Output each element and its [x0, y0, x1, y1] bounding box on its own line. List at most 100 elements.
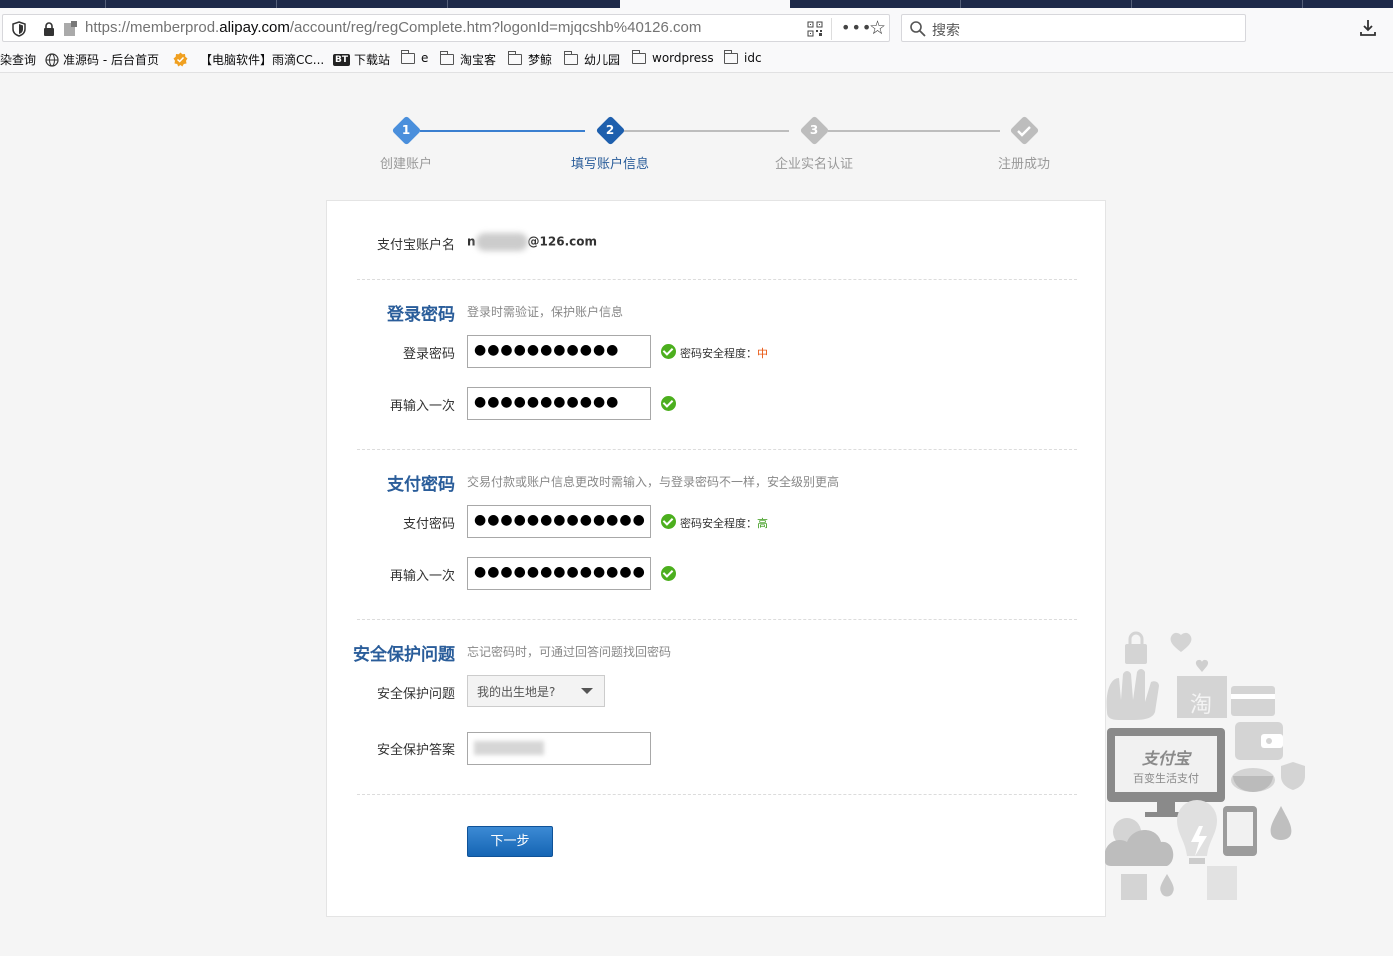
security-question-label: 安全保护问题: [376, 687, 455, 702]
step-3-label: 企业实名认证: [774, 157, 854, 172]
bookmark-item[interactable]: 准源码 - 后台首页: [45, 51, 159, 68]
folder-icon: [401, 49, 415, 64]
bookmark-label: 幼儿园: [584, 53, 621, 67]
section-divider: [357, 449, 1077, 450]
page-permissions-icon[interactable]: [62, 21, 78, 37]
login-password-confirm-input[interactable]: ●●●●●●●●●●●: [467, 387, 651, 420]
pay-password-input[interactable]: ●●●●●●●●●●●●●: [467, 505, 651, 538]
alipay-decoration-icon: 淘 支付宝 百变生活支付: [1105, 631, 1305, 900]
security-answer-input[interactable]: [467, 732, 651, 765]
svg-text:百变生活支付: 百变生活支付: [1133, 771, 1199, 785]
registration-steps: 1 创建账户 2 填写账户信息 3 企业实名认证 注册成功: [0, 110, 1393, 180]
bookmark-item[interactable]: 梦鲸: [508, 51, 552, 68]
step-3-number: 3: [809, 123, 819, 137]
search-bar[interactable]: 搜索: [901, 14, 1246, 42]
section-divider: [357, 794, 1077, 795]
account-name-value: n @126.com: [467, 233, 597, 251]
security-answer-label: 安全保护答案: [376, 743, 455, 758]
login-password-title: 登录密码: [387, 305, 455, 325]
nav-bar: https://memberprod.alipay.com/account/re…: [0, 8, 1393, 46]
next-step-button[interactable]: 下一步: [467, 826, 553, 857]
pay-password-label: 支付密码: [402, 517, 455, 532]
bookmark-label: 【电脑软件】雨滴CC...: [200, 53, 325, 67]
login-password-confirm-label: 再输入一次: [389, 399, 455, 414]
pay-password-hint: 交易付款或账户信息更改时需输入，与登录密码不一样，安全级别更高: [467, 475, 840, 489]
tracking-shield-icon[interactable]: [12, 21, 26, 37]
login-password-hint: 登录时需验证，保护账户信息: [467, 305, 624, 319]
pay-password-confirm-input[interactable]: ●●●●●●●●●●●●●: [467, 557, 651, 590]
bookmark-label: 染查询: [0, 53, 37, 67]
security-question-selected: 我的出生地是?: [477, 685, 556, 699]
valid-check-icon: [661, 566, 676, 581]
redacted-answer: [474, 741, 544, 755]
folder-icon: [724, 49, 738, 64]
step-connector: [624, 130, 789, 132]
bookmark-item[interactable]: BT 下载站: [333, 51, 390, 68]
folder-icon: [508, 51, 522, 65]
bookmark-item[interactable]: 染查询: [0, 51, 36, 68]
url-text[interactable]: https://memberprod.alipay.com/account/re…: [85, 19, 701, 36]
bookmark-item[interactable]: idc: [724, 49, 762, 65]
account-name-label: 支付宝账户名: [376, 238, 455, 253]
search-icon: [910, 21, 926, 37]
bookmark-label: idc: [744, 51, 762, 65]
tab-strip: [0, 0, 1393, 8]
page-actions-more-icon[interactable]: •••: [841, 18, 872, 37]
security-question-hint: 忘记密码时，可通过回答问题找回密码: [467, 645, 672, 659]
bookmark-label: e: [421, 51, 429, 65]
bookmark-label: 淘宝客: [460, 53, 497, 67]
tab-separator: [960, 0, 961, 8]
step-connector: [828, 130, 1000, 132]
step-2-number: 2: [605, 123, 615, 137]
pay-password-strength: 密码安全程度：高: [680, 517, 768, 530]
chevron-down-icon: [581, 688, 593, 694]
pay-password-title: 支付密码: [387, 475, 455, 495]
bookmark-label: 下载站: [354, 53, 391, 67]
tab-separator: [1131, 0, 1132, 8]
bookmark-item[interactable]: e: [401, 49, 429, 65]
step-1-number: 1: [401, 123, 411, 137]
login-password-input[interactable]: ●●●●●●●●●●●: [467, 335, 651, 368]
svg-text:淘: 淘: [1190, 693, 1212, 718]
search-placeholder: 搜索: [932, 23, 960, 39]
folder-icon: [632, 49, 646, 64]
svg-text:支付宝: 支付宝: [1142, 749, 1192, 768]
globe-icon: [45, 52, 59, 67]
checkmark-icon: [1017, 126, 1031, 137]
tab-separator: [105, 0, 106, 8]
step-connector: [420, 130, 585, 132]
qr-code-icon[interactable]: [807, 21, 823, 37]
login-password-label: 登录密码: [402, 347, 455, 362]
badge-icon: [173, 52, 188, 67]
bookmark-item[interactable]: wordpress: [632, 49, 714, 65]
security-question-select[interactable]: 我的出生地是?: [467, 675, 605, 707]
bookmark-item[interactable]: 【电脑软件】雨滴CC...: [173, 51, 324, 68]
valid-check-icon: [661, 344, 676, 359]
registration-form: 支付宝账户名 n @126.com 登录密码 登录时需验证，保护账户信息 登录密码…: [326, 200, 1106, 917]
url-bar[interactable]: https://memberprod.alipay.com/account/re…: [2, 14, 890, 42]
section-divider: [357, 619, 1077, 620]
bookmark-label: wordpress: [652, 51, 714, 65]
step-2-label: 填写账户信息: [570, 157, 650, 172]
bookmarks-toolbar: 染查询 准源码 - 后台首页 【电脑软件】雨滴CC... BT 下载站 e 淘宝客…: [0, 46, 1393, 73]
tab-separator: [1302, 0, 1303, 8]
step-4-label: 注册成功: [997, 157, 1051, 172]
active-tab[interactable]: [620, 0, 790, 8]
lock-icon[interactable]: [41, 21, 57, 37]
bookmark-label: 梦鲸: [528, 53, 553, 67]
tab-separator: [447, 0, 448, 8]
download-icon[interactable]: [1358, 18, 1378, 38]
bt-icon: BT: [333, 53, 350, 66]
folder-icon: [440, 51, 454, 65]
tab-separator: [276, 0, 277, 8]
valid-check-icon: [661, 396, 676, 411]
security-question-title: 安全保护问题: [353, 645, 455, 665]
bookmark-star-icon[interactable]: ☆: [869, 17, 886, 39]
bookmark-item[interactable]: 淘宝客: [440, 51, 496, 68]
step-1-label: 创建账户: [379, 157, 433, 172]
valid-check-icon: [661, 514, 676, 529]
folder-icon: [564, 51, 578, 65]
section-divider: [357, 279, 1077, 280]
pay-password-confirm-label: 再输入一次: [389, 569, 455, 584]
bookmark-item[interactable]: 幼儿园: [564, 51, 620, 68]
